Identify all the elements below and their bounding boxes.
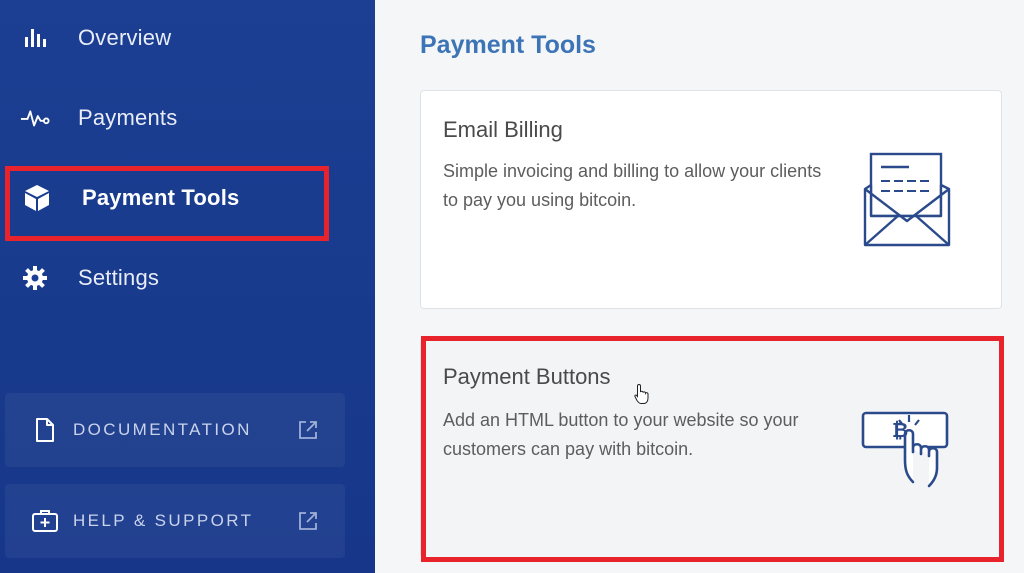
card-description: Add an HTML button to your website so yo… <box>443 410 799 459</box>
email-billing-card[interactable]: Email Billing Simple invoicing and billi… <box>420 90 1002 309</box>
documentation-label: DOCUMENTATION <box>73 420 252 439</box>
page-title: Payment Tools <box>420 31 596 59</box>
documentation-link[interactable]: DOCUMENTATION <box>5 393 345 467</box>
bar-chart-icon <box>20 23 50 53</box>
card-title: Email Billing <box>443 117 563 142</box>
card-description: Simple invoicing and billing to allow yo… <box>443 161 822 210</box>
external-link-icon <box>297 510 319 532</box>
sidebar-item-label: Payment Tools <box>82 185 240 210</box>
first-aid-icon <box>31 507 59 535</box>
help-support-link[interactable]: HELP & SUPPORT <box>5 484 345 558</box>
hand-cursor-icon <box>634 383 650 405</box>
sidebar-item-settings[interactable]: Settings <box>0 248 375 308</box>
gear-icon <box>20 263 50 293</box>
document-icon <box>31 416 59 444</box>
sidebar-item-label: Payments <box>78 105 178 130</box>
help-support-label: HELP & SUPPORT <box>73 511 254 530</box>
bitcoin-button-icon: ₿ <box>861 410 957 495</box>
pulse-icon <box>20 103 50 133</box>
envelope-invoice-icon <box>863 151 953 252</box>
sidebar-item-label: Overview <box>78 25 172 50</box>
external-link-icon <box>297 419 319 441</box>
sidebar-item-payments[interactable]: Payments <box>0 88 375 148</box>
bitcoin-glyph: ₿ <box>892 418 909 442</box>
sidebar-item-label: Settings <box>78 265 160 290</box>
cube-icon <box>22 183 52 213</box>
card-title: Payment Buttons <box>443 364 611 389</box>
sidebar-item-payment-tools[interactable]: Payment Tools <box>0 168 375 228</box>
sidebar: Overview Payments Payment Tools Settings… <box>0 0 375 573</box>
main-content: Payment Tools Email Billing Simple invoi… <box>375 0 1024 573</box>
payment-buttons-card[interactable]: Payment Buttons Add an HTML button to yo… <box>420 339 1002 558</box>
sidebar-item-overview[interactable]: Overview <box>0 8 375 68</box>
